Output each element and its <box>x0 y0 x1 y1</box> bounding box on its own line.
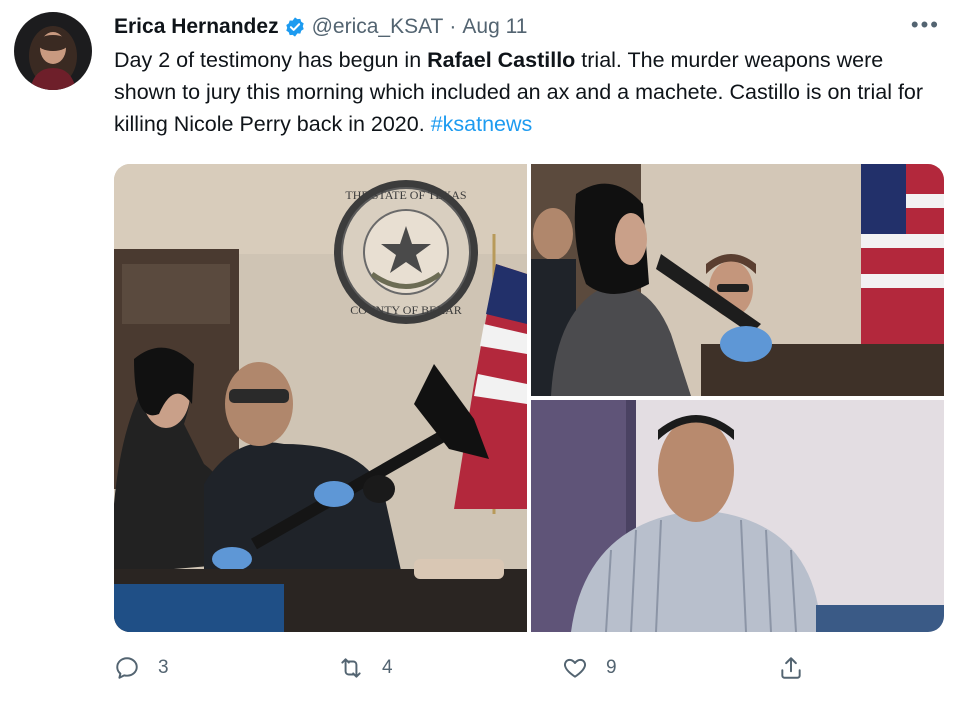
author-handle[interactable]: @erica_KSAT <box>312 15 444 39</box>
retweet-count: 4 <box>382 657 393 678</box>
photo-witness-machete[interactable] <box>531 164 944 396</box>
tweet-header: Erica Hernandez @erica_KSAT · Aug 11 ••• <box>114 12 940 42</box>
tweet-date[interactable]: Aug 11 <box>462 15 527 39</box>
seal-text-top: THE STATE OF TEXAS <box>345 188 466 202</box>
media-grid: THE STATE OF TEXAS COUNTY OF BEXAR <box>114 164 944 632</box>
reply-button[interactable]: 3 <box>114 650 169 686</box>
photo-defendant[interactable] <box>531 400 944 632</box>
share-icon <box>781 657 801 679</box>
tweet-text-bold: Rafael Castillo <box>427 48 576 72</box>
like-count: 9 <box>606 657 617 678</box>
tweet-text: Day 2 of testimony has begun in Rafael C… <box>114 44 944 140</box>
heart-icon <box>564 658 586 678</box>
retweet-button[interactable]: 4 <box>338 650 393 686</box>
action-bar: 3 4 9 <box>114 650 814 686</box>
avatar[interactable] <box>14 12 92 90</box>
verified-badge-icon <box>284 16 306 38</box>
retweet-icon <box>341 658 361 678</box>
reply-icon <box>116 657 138 679</box>
separator: · <box>449 15 457 38</box>
photo-courtroom-seal[interactable]: THE STATE OF TEXAS COUNTY OF BEXAR <box>114 164 527 632</box>
like-button[interactable]: 9 <box>562 650 617 686</box>
tweet-text-part1: Day 2 of testimony has begun in <box>114 48 428 72</box>
reply-count: 3 <box>158 657 169 678</box>
seal-emblem: THE STATE OF TEXAS COUNTY OF BEXAR <box>334 180 478 324</box>
share-button[interactable] <box>778 650 822 686</box>
author-name[interactable]: Erica Hernandez <box>114 15 279 39</box>
seal-text-bottom: COUNTY OF BEXAR <box>350 303 462 317</box>
more-options-icon[interactable]: ••• <box>911 12 940 38</box>
hashtag-link[interactable]: #ksatnews <box>431 112 533 136</box>
